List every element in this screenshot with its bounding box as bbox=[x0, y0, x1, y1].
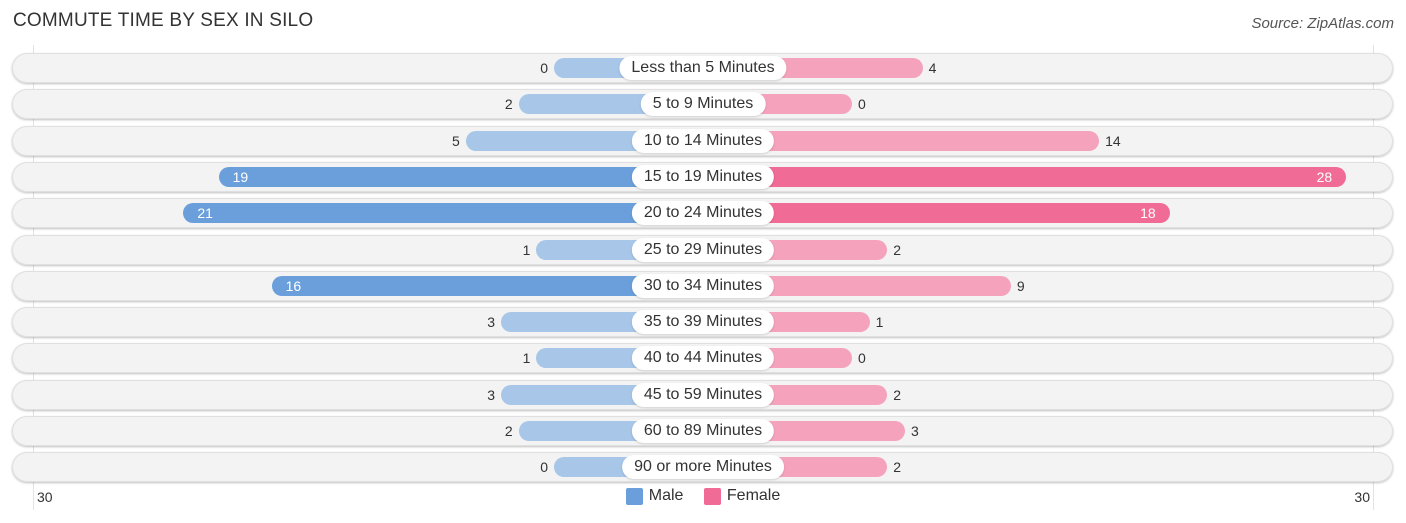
value-label-female: 18 bbox=[1140, 205, 1156, 222]
value-label-female: 9 bbox=[1016, 277, 1025, 294]
legend-item-female[interactable]: Female bbox=[703, 487, 781, 505]
chart-title: COMMUTE TIME BY SEX IN SILO bbox=[13, 10, 314, 31]
value-label-male: 19 bbox=[232, 168, 249, 185]
value-label-female: 3 bbox=[910, 423, 919, 439]
value-label-male: 2 bbox=[504, 96, 513, 113]
value-label-female: 2 bbox=[893, 459, 902, 476]
category-label: 20 to 24 Minutes bbox=[631, 201, 775, 226]
category-label: 45 to 59 Minutes bbox=[631, 382, 775, 407]
legend-label-male: Male bbox=[648, 487, 684, 504]
value-label-male: 0 bbox=[540, 459, 548, 476]
value-label-female: 28 bbox=[1316, 168, 1333, 185]
bar-female[interactable] bbox=[703, 166, 1347, 187]
category-label: 25 to 29 Minutes bbox=[631, 237, 775, 262]
legend-swatch-male bbox=[625, 487, 643, 505]
category-label: 60 to 89 Minutes bbox=[631, 419, 775, 443]
value-label-female: 1 bbox=[875, 314, 884, 331]
category-label: 40 to 44 Minutes bbox=[631, 346, 775, 371]
value-label-male: 1 bbox=[522, 241, 531, 258]
value-label-male: 21 bbox=[197, 205, 213, 222]
category-label: 30 to 34 Minutes bbox=[631, 273, 775, 298]
legend: Male Female bbox=[0, 487, 1406, 510]
bar-male[interactable] bbox=[218, 166, 703, 187]
category-label: 15 to 19 Minutes bbox=[631, 164, 775, 189]
value-label-female: 0 bbox=[858, 350, 866, 367]
value-label-male: 2 bbox=[504, 423, 513, 439]
value-label-female: 2 bbox=[893, 386, 902, 403]
value-label-male: 16 bbox=[285, 277, 302, 294]
value-label-female: 2 bbox=[893, 241, 902, 258]
value-label-female: 4 bbox=[928, 60, 937, 76]
source-label: Source: ZipAtlas.com bbox=[1251, 15, 1394, 32]
value-label-male: 0 bbox=[540, 60, 548, 76]
category-label: 90 or more Minutes bbox=[622, 455, 784, 480]
value-label-male: 3 bbox=[487, 314, 496, 331]
legend-label-female: Female bbox=[726, 487, 781, 504]
value-label-male: 5 bbox=[451, 132, 460, 149]
bar-male[interactable] bbox=[183, 203, 703, 224]
value-label-male: 1 bbox=[522, 350, 531, 367]
value-label-female: 0 bbox=[858, 96, 866, 113]
legend-swatch-female bbox=[703, 487, 721, 505]
category-label: 5 to 9 Minutes bbox=[640, 92, 766, 117]
category-label: Less than 5 Minutes bbox=[619, 56, 787, 80]
value-label-male: 3 bbox=[487, 386, 496, 403]
value-label-female: 14 bbox=[1105, 132, 1121, 149]
legend-item-male[interactable]: Male bbox=[625, 487, 684, 505]
category-label: 35 to 39 Minutes bbox=[631, 310, 775, 335]
category-label: 10 to 14 Minutes bbox=[631, 128, 775, 153]
